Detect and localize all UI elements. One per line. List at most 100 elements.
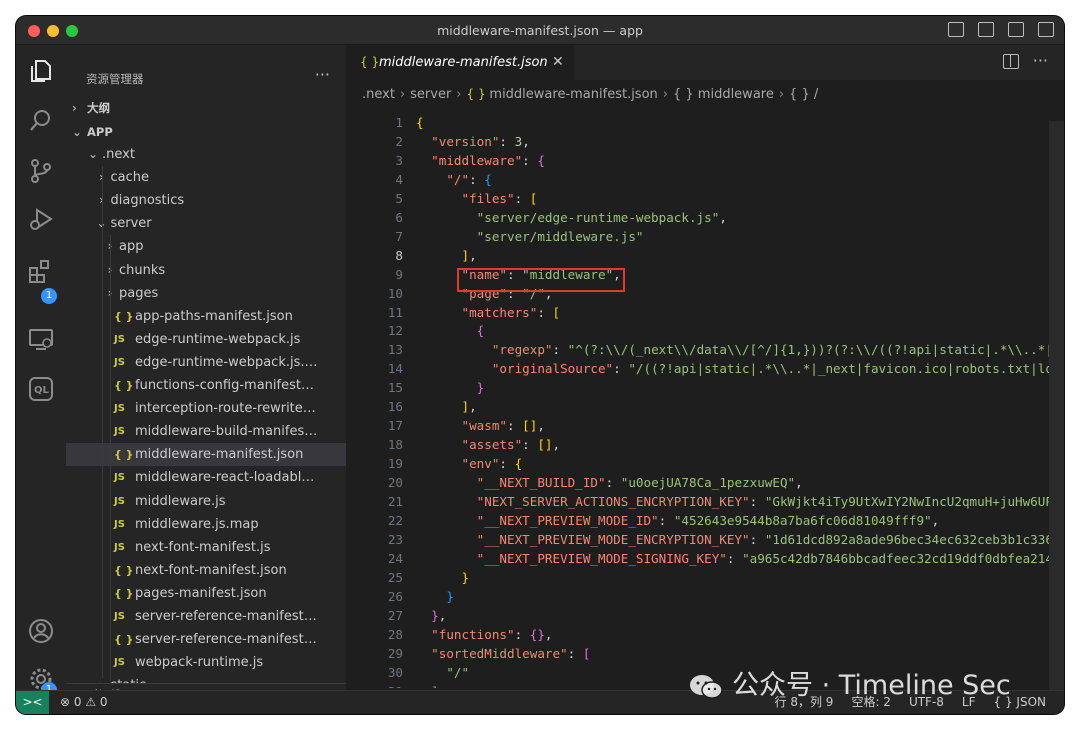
line-content: "assets": [], [461, 437, 561, 453]
line-number: 13 [387, 342, 403, 358]
tree-file[interactable]: { } server-reference-manifest.json [66, 628, 346, 651]
tree-file[interactable]: JS middleware.js.map [66, 513, 346, 536]
line-content: "__NEXT_PREVIEW_MODE_ENCRYPTION_KEY": "1… [476, 531, 1064, 547]
line-number: 3 [395, 152, 403, 168]
line-number: 23 [387, 531, 403, 547]
tree-item-label: pages [119, 285, 159, 301]
line-content: "files": [ [461, 190, 538, 206]
line-number: 12 [387, 323, 403, 339]
line-number: 26 [387, 588, 403, 604]
toggle-secondary-sidebar-icon[interactable] [1038, 22, 1054, 37]
tree-file[interactable]: JS middleware-react-loadable-manifest.js [66, 466, 346, 489]
tree-file[interactable]: { } next-font-manifest.json [66, 559, 346, 582]
account-icon[interactable] [27, 617, 55, 645]
title-bar: middleware-manifest.json — app [16, 16, 1064, 45]
tree-folder[interactable]: ›chunks [66, 259, 346, 282]
code-line: 21 "NEXT_SERVER_ACTIONS_ENCRYPTION_KEY":… [346, 492, 1064, 511]
sql-tools-icon[interactable]: QL [27, 375, 55, 403]
line-content: "__NEXT_BUILD_ID": "u0oejUA78Ca_1pezxuwE… [476, 475, 803, 491]
line-number: 29 [387, 645, 403, 661]
line-content: }, [431, 607, 447, 623]
tree-folder[interactable]: ›diagnostics [66, 189, 346, 212]
extensions-icon[interactable] [27, 257, 55, 285]
code-editor[interactable]: 1{2 "version": 3, 3 "middleware": {4 "/":… [346, 113, 1064, 688]
line-number: 18 [387, 437, 403, 453]
toggle-sidebar-icon[interactable] [978, 22, 994, 37]
line-content: ], [461, 247, 477, 263]
tree-file[interactable]: JS middleware-build-manifest.js [66, 420, 346, 443]
line-content: "functions": {}, [431, 626, 553, 642]
code-line: 29 "sortedMiddleware": [ [346, 644, 1064, 663]
toggle-panel-icon[interactable] [1008, 22, 1024, 37]
tree-file[interactable]: JS middleware.js [66, 490, 346, 513]
tree-folder[interactable]: ›pages [66, 282, 346, 305]
close-tab-icon[interactable]: ✕ [552, 45, 564, 80]
tree-folder[interactable]: ›app [66, 235, 346, 258]
search-icon[interactable] [27, 107, 55, 135]
breadcrumb-item[interactable]: { } middleware [673, 87, 774, 102]
tree-file[interactable]: JS webpack-runtime.js [66, 651, 346, 674]
tree-file[interactable]: { } pages-manifest.json [66, 582, 346, 605]
app-section[interactable]: ⌄ APP [66, 121, 346, 143]
customize-layout-icon[interactable] [948, 22, 964, 37]
breadcrumb-item[interactable]: server [410, 87, 451, 102]
line-number: 20 [387, 475, 403, 491]
outline-label: 大纲 [87, 101, 110, 115]
breadcrumb-item[interactable]: middleware-manifest.json [489, 87, 657, 102]
tree-file[interactable]: JS next-font-manifest.js [66, 536, 346, 559]
breadcrumb-item[interactable]: { } / [789, 87, 818, 102]
remote-indicator-icon[interactable]: >< [16, 691, 49, 714]
js-file-icon: JS [114, 472, 125, 484]
breadcrumb-separator-icon: › [456, 87, 462, 102]
tree-folder[interactable]: ⌄ .next [66, 143, 346, 166]
code-line: 24 "__NEXT_PREVIEW_MODE_SIGNING_KEY": "a… [346, 549, 1064, 568]
js-file-icon: JS [114, 611, 125, 622]
tree-folder[interactable]: ›cache [66, 166, 346, 189]
breadcrumb: .next › server › { } middleware-manifest.jso… [362, 83, 818, 105]
tree-file[interactable]: JS edge-runtime-webpack.js.map [66, 351, 346, 374]
tree-file[interactable]: JS interception-route-rewrite-manifest.js [66, 397, 346, 420]
line-number: 9 [395, 266, 403, 282]
tree-item-label: server [110, 216, 152, 232]
explorer-icon[interactable] [27, 57, 55, 85]
tree-item-label: cache [110, 170, 150, 186]
editor-more-button[interactable]: ··· [1033, 53, 1048, 69]
app-label: APP [87, 125, 113, 139]
tab-middleware-manifest[interactable]: { } middleware-manifest.json ✕ [346, 45, 574, 80]
remote-explorer-icon[interactable] [27, 325, 55, 353]
tree-item-label: middleware.js.map [135, 516, 259, 532]
line-content: "matchers": [ [461, 304, 561, 320]
code-line: 25 } [346, 568, 1064, 587]
window-title: middleware-manifest.json — app [437, 23, 643, 38]
tree-file[interactable]: { } functions-config-manifest.json [66, 374, 346, 397]
tree-file[interactable]: { } app-paths-manifest.json [66, 305, 346, 328]
line-content: "/" [446, 664, 470, 680]
json-file-icon: { } [466, 87, 490, 101]
explorer-more-button[interactable]: ··· [315, 65, 330, 84]
tree-file[interactable]: JS server-reference-manifest.js [66, 605, 346, 628]
vertical-scrollbar[interactable] [1049, 121, 1064, 701]
code-line: 14 "originalSource": "/((?!api|static|.*… [346, 359, 1064, 378]
tree-item-label: app [119, 239, 144, 255]
run-debug-icon[interactable] [27, 205, 55, 233]
json-file-icon: { } [114, 448, 134, 462]
source-control-icon[interactable] [27, 157, 55, 185]
line-number: 21 [387, 494, 403, 509]
json-file-icon: { } [360, 55, 380, 69]
code-line: 7 "server/middleware.js" [346, 227, 1064, 246]
line-number: 1 [395, 115, 403, 130]
split-editor-icon[interactable] [1002, 54, 1019, 69]
tree-item-label: chunks [119, 262, 166, 278]
problems-indicator[interactable]: ⊗ 0 ⚠ 0 [60, 691, 108, 714]
line-number: 27 [387, 607, 403, 623]
editor-actions: ··· [1002, 53, 1048, 69]
vscode-window: middleware-manifest.json — app 1 QL 资源管理… [16, 16, 1064, 714]
outline-section[interactable]: › 大纲 [66, 97, 346, 119]
tree-file[interactable]: JS edge-runtime-webpack.js [66, 328, 346, 351]
tree-folder[interactable]: ⌄server [66, 212, 346, 235]
line-number: 4 [395, 171, 403, 187]
breadcrumb-item[interactable]: .next [362, 87, 395, 102]
line-number: 25 [387, 569, 403, 585]
tree-file[interactable]: { } middleware-manifest.json [66, 443, 346, 467]
line-number: 14 [387, 361, 403, 377]
